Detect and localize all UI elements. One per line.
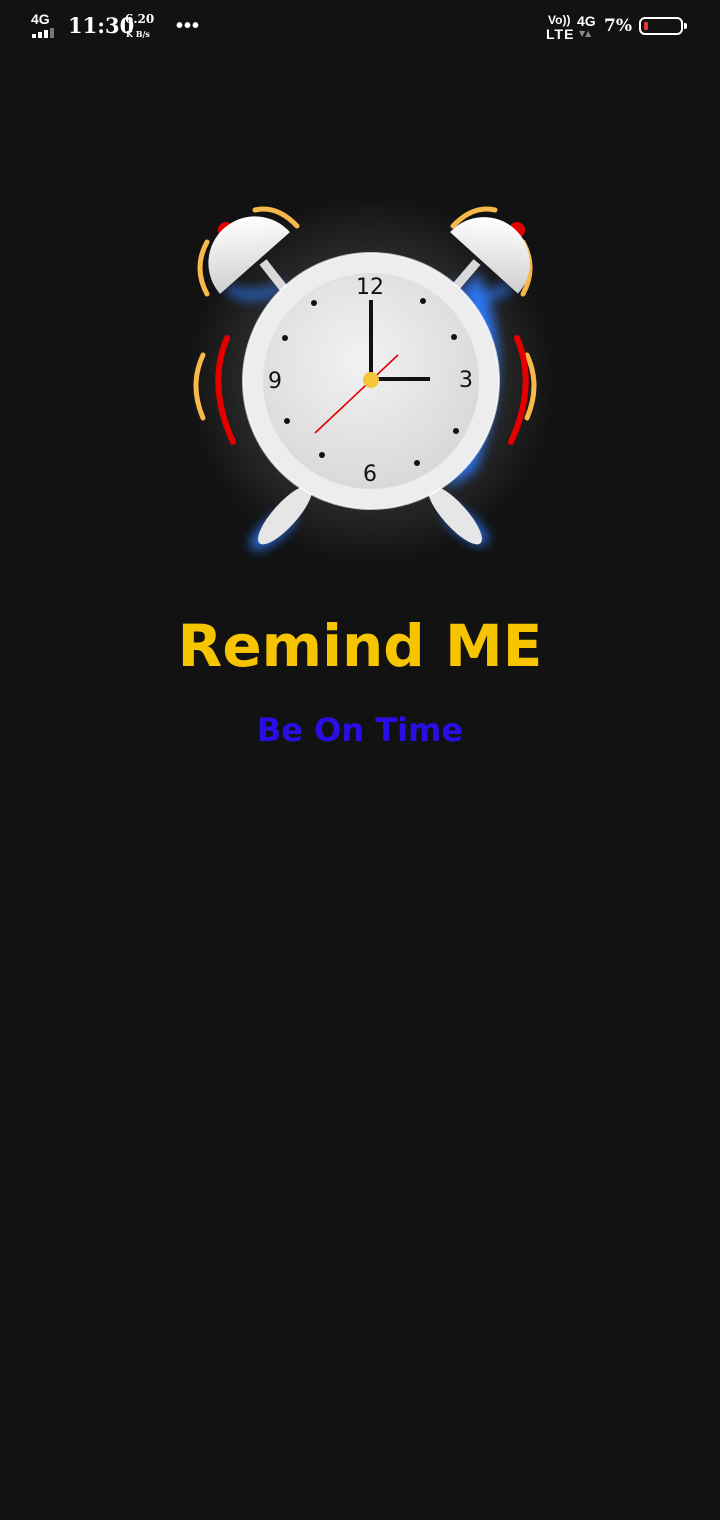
data-activity-icon: ▼▲ — [579, 29, 592, 38]
clock-numeral-6: 6 — [363, 462, 377, 487]
clock-numeral-9: 9 — [268, 369, 282, 394]
status-bar: 4G 11:30 6.20 K B/s ••• Vo)) LTE 4G ▼▲ 7… — [0, 0, 720, 56]
clock-numeral-3: 3 — [459, 368, 473, 393]
lte-label: LTE — [546, 26, 575, 42]
clock-numeral-12: 12 — [356, 275, 384, 300]
network-speed-value: 6.20 — [125, 12, 155, 26]
battery-icon — [639, 17, 687, 35]
volte-label: Vo)) — [548, 13, 571, 27]
app-tagline: Be On Time — [256, 711, 464, 749]
alarm-clock-icon: 12 3 6 9 — [175, 190, 555, 570]
clock-center-cap — [363, 372, 379, 388]
battery-fill — [644, 22, 648, 30]
network-speed-unit: K B/s — [126, 29, 150, 39]
network-type-left: 4G — [31, 11, 50, 27]
network-type-right: 4G — [577, 13, 596, 29]
more-notifications-icon: ••• — [176, 15, 201, 37]
app-title: Remind ME — [177, 612, 543, 680]
battery-percent: 7% — [604, 16, 632, 36]
signal-strength-icon — [32, 28, 54, 38]
